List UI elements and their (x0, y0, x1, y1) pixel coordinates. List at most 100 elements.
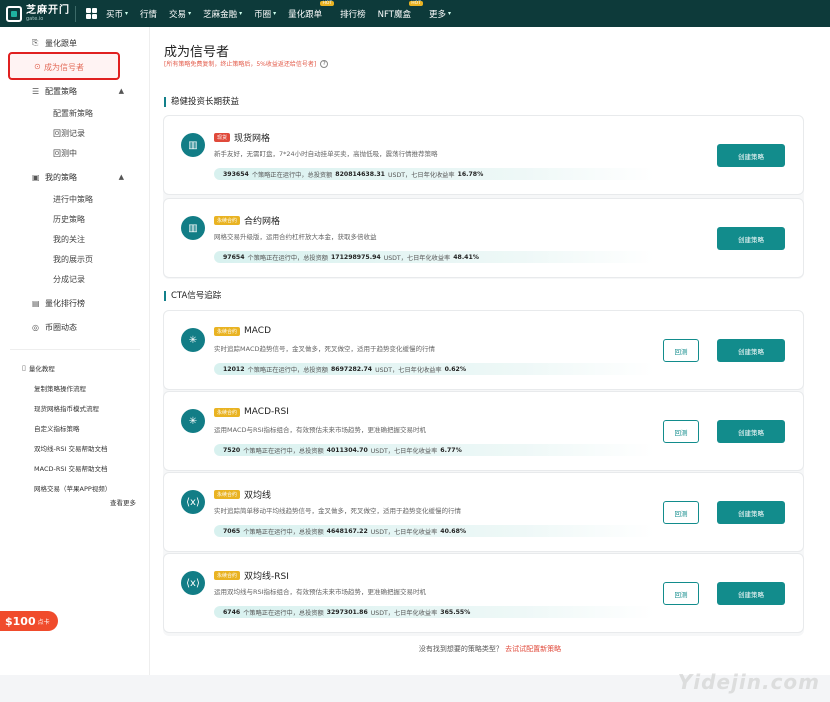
tag-badge: 现货 (214, 133, 231, 142)
page-subtitle: [所有策略免费复制，终止策略后，5%收益返还给信号者] ? (164, 59, 329, 68)
section-title-stable: 稳健投资长期获益 (164, 97, 239, 107)
card-title: MACD-RSI (244, 407, 289, 417)
strategy-card: ✳ 永续合约 MACD-RSI 运用MACD与RSI指标组合，有效预估未来市场趋势… (163, 391, 804, 471)
view-more-link[interactable]: 查看更多 (110, 497, 136, 507)
tag-badge: 永续合约 (214, 571, 241, 580)
backtest-button[interactable]: 回测 (663, 420, 699, 443)
hot-badge: HOT (320, 0, 335, 6)
nav-item-more[interactable]: 更多 ▾ (429, 8, 451, 20)
sidebar-item-share-record[interactable]: 分成记录 (0, 268, 150, 290)
card-title: MACD (244, 326, 271, 336)
watermark: Yidejin.com (677, 670, 820, 694)
tutorial-link[interactable]: 网格交易（苹果APP视频） (34, 483, 111, 493)
card-description: 实时追踪MACD趋势信号，金叉做多，死叉做空，适用于趋势变化缓慢的行情 (214, 345, 435, 353)
create-strategy-button[interactable]: 创建策略 (717, 582, 785, 605)
strategy-card: ✳ 永续合约 MACD 实时追踪MACD趋势信号，金叉做多，死叉做空，适用于趋势变… (163, 310, 804, 390)
card-description: 运用双均线与RSI指标组合，有效预估未来市场趋势，更准确把握交易时机 (214, 588, 427, 596)
top-nav: 芝麻开门 gate.io 买币 ▾ 行情 交易 ▾ 芝麻金融 ▾ 币圈 ▾ 量化跟单 HO… (0, 0, 830, 27)
backtest-button[interactable]: 回测 (663, 501, 699, 524)
chevron-down-icon: ▾ (239, 10, 243, 17)
news-icon: ◎ (32, 322, 39, 332)
sidebar-item-quant-follow[interactable]: ⎘ 量化跟单 (0, 32, 150, 54)
create-strategy-button[interactable]: 创建策略 (717, 144, 785, 167)
sidebar-item-become-signal[interactable]: ⊙ 成为信号者 (8, 52, 120, 80)
book-icon: ▯ (22, 364, 26, 372)
copy-icon: ⎘ (32, 38, 39, 47)
tag-badge: 永续合约 (214, 216, 241, 225)
dual-average-icon: ⟨x⟩ (181, 571, 205, 595)
create-strategy-button[interactable]: 创建策略 (717, 420, 785, 443)
sidebar-item-running[interactable]: 进行中策略 (0, 188, 150, 210)
nav-item-market[interactable]: 行情 (140, 8, 157, 20)
card-stats: 97654 个策略正在运行中，总投资额 171298975.94 USDT，七日年化收… (214, 251, 654, 263)
strategy-panel-cta: ✳ 永续合约 MACD 实时追踪MACD趋势信号，金叉做多，死叉做空，适用于趋势变… (163, 310, 804, 636)
page-title: 成为信号者 (164, 45, 230, 60)
logo-title: 芝麻开门 (26, 4, 70, 16)
chevron-down-icon: ▾ (447, 10, 451, 17)
logo-subtitle: gate.io (26, 15, 44, 22)
strategy-card: ⟨x⟩ 永续合约 双均线 实时追踪简单移动平均线趋势信号，金叉做多，死叉做空，适用… (163, 472, 804, 552)
sidebar-group-config[interactable]: ☰ 配置策略 ▲ (0, 80, 150, 102)
create-strategy-button[interactable]: 创建策略 (717, 227, 785, 250)
tutorial-link[interactable]: 双均线-RSI 交易帮助文档 (34, 443, 107, 453)
help-icon[interactable]: ? (320, 59, 329, 68)
hot-badge: HOT (409, 0, 423, 6)
card-title: 现货网格 (234, 134, 271, 144)
create-strategy-button[interactable]: 创建策略 (717, 339, 785, 362)
chevron-up-icon: ▲ (118, 87, 124, 95)
nav-item-trade[interactable]: 交易 ▾ (169, 8, 191, 20)
chevron-down-icon: ▾ (188, 10, 192, 17)
logo[interactable]: 芝麻开门 gate.io (0, 4, 75, 22)
chevron-down-icon: ▾ (125, 10, 129, 17)
sidebar-item-backtesting[interactable]: 回测中 (0, 142, 150, 164)
ranking-icon: ▤ (32, 298, 40, 308)
card-description: 新手友好，无需盯盘，7*24小时自动挂单买卖，高抛低吸，震荡行情推荐策略 (214, 150, 438, 158)
nav-item-nft[interactable]: NFT魔盒 HOT (378, 0, 423, 20)
apps-grid-icon[interactable] (86, 8, 97, 19)
signal-spark-icon: ✳ (181, 328, 205, 352)
sidebar-item-history[interactable]: 历史策略 (0, 208, 150, 230)
backtest-button[interactable]: 回测 (663, 582, 699, 605)
tutorial-link[interactable]: 自定义指标策略 (34, 423, 80, 433)
nav-item-finance[interactable]: 芝麻金融 ▾ (203, 8, 242, 20)
dual-average-icon: ⟨x⟩ (181, 490, 205, 514)
sidebar-divider (10, 349, 140, 350)
nav-item-quant[interactable]: 量化跟单 HOT (288, 0, 335, 20)
backtest-button[interactable]: 回测 (663, 339, 699, 362)
card-title: 合约网格 (244, 217, 281, 227)
main-content: 成为信号者 [所有策略免费复制，终止策略后，5%收益返还给信号者] ? 稳健投资… (150, 27, 830, 675)
sidebar-item-following[interactable]: 我的关注 (0, 228, 150, 250)
create-strategy-button[interactable]: 创建策略 (717, 501, 785, 524)
card-description: 网格交易升级版，运用合约杠杆放大本金，获取多倍收益 (214, 233, 377, 241)
tutorial-link[interactable]: 现货网格指币模式流程 (34, 403, 99, 413)
logo-icon (6, 5, 22, 22)
sidebar-group-my-strategy[interactable]: ▣ 我的策略 ▲ (0, 166, 150, 188)
strategy-card: ▥ 永续合约 合约网格 网格交易升级版，运用合约杠杆放大本金，获取多倍收益 976… (163, 198, 804, 278)
tutorial-heading: ▯ 量化教程 (22, 364, 55, 373)
sidebar-item-backtest-record[interactable]: 回测记录 (0, 122, 150, 144)
tag-badge: 永续合约 (214, 326, 241, 336)
config-new-strategy-link[interactable]: 去试试配置新策略 (505, 645, 561, 653)
grid-chart-icon: ▥ (181, 133, 205, 157)
strategy-card: ▥ 现货 现货网格 新手友好，无需盯盘，7*24小时自动挂单买卖，高抛低吸，震荡行… (163, 115, 804, 195)
sidebar-item-coin-news[interactable]: ◎ 币圈动态 (0, 316, 150, 338)
tag-badge: 永续合约 (214, 407, 241, 417)
sidebar-item-showcase[interactable]: 我的展示页 (0, 248, 150, 270)
sidebar: ⎘ 量化跟单 ⊙ 成为信号者 ☰ 配置策略 ▲ 配置新策略 回测记录 回测中 ▣… (0, 27, 150, 675)
card-description: 实时追踪简单移动平均线趋势信号，金叉做多，死叉做空，适用于趋势变化缓慢的行情 (214, 507, 461, 515)
nav-item-buy[interactable]: 买币 ▾ (106, 8, 128, 20)
grid-chart-icon: ▥ (181, 216, 205, 240)
signal-icon: ⊙ (34, 62, 41, 71)
sidebar-item-quant-rank[interactable]: ▤ 量化排行榜 (0, 292, 150, 314)
nav-divider (75, 5, 76, 22)
footer-hint: 没有找到想要的策略类型？ 去试试配置新策略 (418, 645, 562, 653)
nav-item-circle[interactable]: 币圈 ▾ (254, 8, 276, 20)
strategy-panel-stable: ▥ 现货 现货网格 新手友好，无需盯盘，7*24小时自动挂单买卖，高抛低吸，震荡行… (163, 115, 804, 279)
card-title: 双均线 (244, 491, 272, 501)
tutorial-link[interactable]: MACD-RSI 交易帮助文档 (34, 463, 107, 473)
nav-item-rank[interactable]: 排行榜 (340, 8, 366, 20)
tutorial-link[interactable]: 复制策略操作流程 (34, 383, 86, 393)
promo-badge[interactable]: $100 点卡 (0, 611, 58, 631)
chevron-up-icon: ▲ (118, 173, 124, 181)
sidebar-item-new-config[interactable]: 配置新策略 (0, 102, 150, 124)
